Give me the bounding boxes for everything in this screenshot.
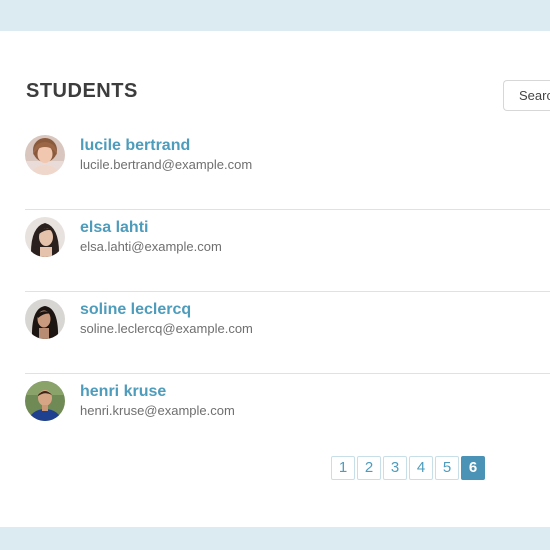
page-button-2[interactable]: 2 — [357, 456, 381, 480]
avatar[interactable] — [25, 381, 65, 421]
avatar[interactable] — [25, 217, 65, 257]
student-email: soline.leclercq@example.com — [80, 321, 253, 336]
avatar[interactable] — [25, 135, 65, 175]
search-input[interactable] — [503, 80, 550, 111]
page-button-4[interactable]: 4 — [409, 456, 433, 480]
list-item: soline leclercq soline.leclercq@example.… — [25, 292, 550, 374]
page-title: STUDENTS — [26, 80, 138, 102]
page-button-6-current[interactable]: 6 — [461, 456, 485, 480]
panel-header: STUDENTS — [26, 79, 550, 119]
student-email: henri.kruse@example.com — [80, 403, 235, 418]
list-item: henri kruse henri.kruse@example.com — [25, 374, 550, 456]
page-button-3[interactable]: 3 — [383, 456, 407, 480]
page-button-1[interactable]: 1 — [331, 456, 355, 480]
student-email: lucile.bertrand@example.com — [80, 157, 253, 172]
student-name-link[interactable]: soline leclercq — [80, 301, 191, 319]
pagination: 1 2 3 4 5 6 — [331, 456, 485, 480]
student-list: lucile bertrand lucile.bertrand@example.… — [25, 128, 550, 456]
student-name-link[interactable]: henri kruse — [80, 383, 166, 401]
avatar[interactable] — [25, 299, 65, 339]
student-email: elsa.lahti@example.com — [80, 239, 222, 254]
list-item: elsa lahti elsa.lahti@example.com — [25, 210, 550, 292]
page-button-5[interactable]: 5 — [435, 456, 459, 480]
students-panel: STUDENTS lucile bertrand lucile.bertrand… — [0, 31, 550, 527]
student-name-link[interactable]: lucile bertrand — [80, 137, 190, 155]
student-name-link[interactable]: elsa lahti — [80, 219, 148, 237]
list-item: lucile bertrand lucile.bertrand@example.… — [25, 128, 550, 210]
